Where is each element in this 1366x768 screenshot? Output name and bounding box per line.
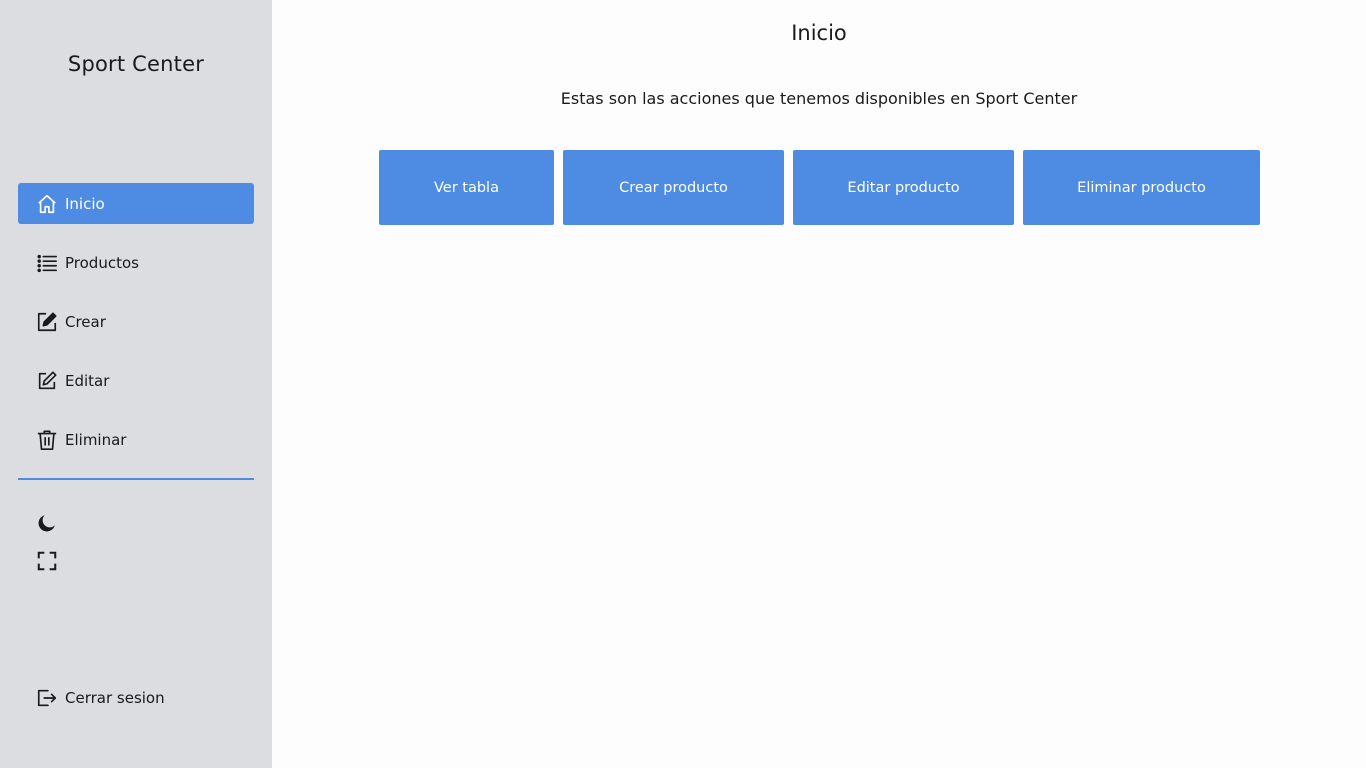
sidebar-item-label: Crear (65, 312, 106, 331)
sidebar-item-label: Editar (65, 371, 110, 390)
main-content: Inicio Estas son las acciones que tenemo… (272, 0, 1366, 768)
sidebar: Sport Center Inicio Productos Crear Edit… (0, 0, 272, 768)
sidebar-item-crear[interactable]: Crear (18, 301, 254, 342)
create-icon (36, 311, 58, 333)
app-root: Sport Center Inicio Productos Crear Edit… (0, 0, 1366, 768)
home-icon (36, 193, 58, 215)
trash-icon (36, 429, 58, 451)
sidebar-item-editar[interactable]: Editar (18, 360, 254, 401)
sidebar-item-label: Eliminar (65, 430, 127, 449)
sidebar-divider (18, 478, 254, 480)
edit-product-button[interactable]: Editar producto (793, 150, 1014, 225)
page-subtitle: Estas son las acciones que tenemos dispo… (560, 89, 1078, 108)
fullscreen-icon[interactable] (36, 550, 58, 572)
sidebar-item-inicio[interactable]: Inicio (18, 183, 254, 224)
view-table-button[interactable]: Ver tabla (379, 150, 554, 225)
delete-product-button[interactable]: Eliminar producto (1023, 150, 1260, 225)
list-icon (36, 252, 58, 274)
edit-icon (36, 370, 58, 392)
logout-icon (36, 687, 58, 709)
page-title: Inicio (791, 21, 847, 45)
sidebar-item-eliminar[interactable]: Eliminar (18, 419, 254, 460)
sidebar-item-label: Inicio (65, 194, 105, 213)
logout-label: Cerrar sesion (65, 688, 165, 707)
moon-icon[interactable] (36, 512, 58, 534)
logout-button[interactable]: Cerrar sesion (18, 677, 254, 718)
sidebar-nav: Inicio Productos Crear Editar Eliminar (18, 183, 254, 478)
sidebar-item-label: Productos (65, 253, 139, 272)
create-product-button[interactable]: Crear producto (563, 150, 784, 225)
sidebar-item-productos[interactable]: Productos (18, 242, 254, 283)
brand-title: Sport Center (67, 52, 205, 76)
